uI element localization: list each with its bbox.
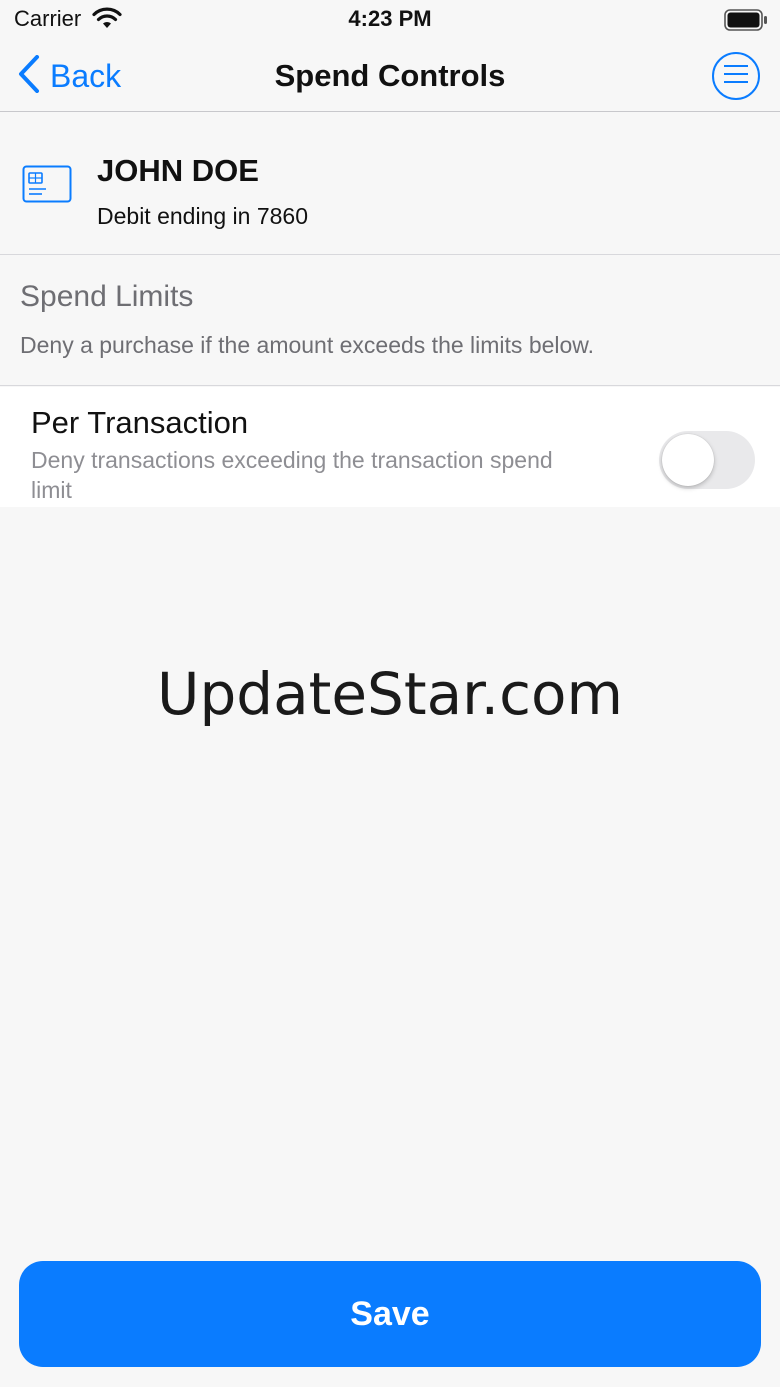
status-bar: Carrier 4:23 PM <box>0 0 780 40</box>
per-transaction-description: Deny transactions exceeding the transact… <box>31 447 553 503</box>
cardholder-name: JOHN DOE <box>97 153 259 188</box>
per-transaction-toggle[interactable] <box>659 431 755 489</box>
per-transaction-row: Per Transaction Deny transactions exceed… <box>0 387 780 507</box>
card-description: Debit ending in 7860 <box>97 203 308 229</box>
section-title: Spend Limits <box>20 280 194 313</box>
card-summary: JOHN DOE Debit ending in 7860 <box>0 113 780 255</box>
toggle-knob <box>662 434 714 486</box>
per-transaction-title: Per Transaction <box>31 405 249 440</box>
back-label: Back <box>50 57 122 94</box>
hamburger-icon <box>723 63 749 90</box>
section-description: Deny a purchase if the amount exceeds th… <box>20 332 595 358</box>
save-button[interactable]: Save <box>19 1261 761 1367</box>
battery-icon <box>724 9 768 36</box>
watermark: UpdateStar.com <box>157 660 623 728</box>
menu-button[interactable] <box>712 52 760 100</box>
spend-limits-header: Spend Limits Deny a purchase if the amou… <box>0 256 780 386</box>
card-icon <box>22 165 72 208</box>
navigation-bar: Back Spend Controls <box>0 40 780 112</box>
clock: 4:23 PM <box>348 6 432 31</box>
back-button[interactable]: Back <box>18 54 121 98</box>
chevron-left-icon <box>18 54 40 98</box>
